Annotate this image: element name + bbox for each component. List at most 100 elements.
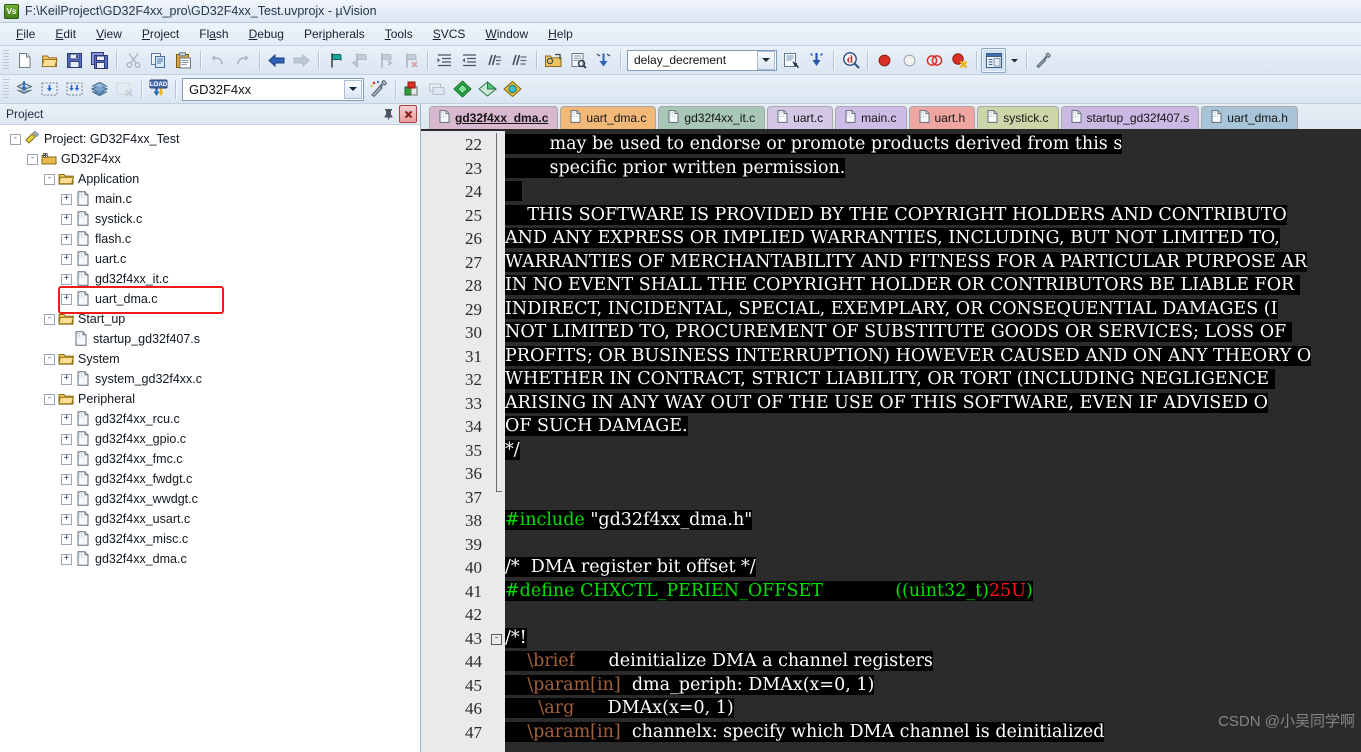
uncomment-icon[interactable] [507, 48, 532, 73]
paste-icon[interactable] [171, 48, 196, 73]
source-code[interactable]: may be used to endorse or promote produc… [505, 131, 1361, 752]
find-text-icon[interactable] [779, 48, 804, 73]
editor-tab[interactable]: uart_dma.h [1201, 106, 1298, 129]
bookmark-next-icon[interactable] [373, 48, 398, 73]
open-file-icon[interactable] [37, 48, 62, 73]
browse-code-icon[interactable]: d [838, 48, 863, 73]
breakpoint-disable-all-icon[interactable] [922, 48, 947, 73]
menu-item-tools[interactable]: Tools [375, 25, 423, 43]
expand-toggle-icon[interactable]: + [61, 273, 72, 285]
menu-item-flash[interactable]: Flash [189, 25, 238, 43]
editor-tab[interactable]: main.c [835, 106, 907, 129]
editor-tab[interactable]: uart.h [908, 106, 976, 129]
collapse-toggle-icon[interactable]: - [44, 353, 55, 365]
chevron-down-icon[interactable] [757, 50, 775, 70]
tree-item[interactable]: + gd32f4xx_it.c [0, 269, 420, 289]
bookmark-clear-icon[interactable] [398, 48, 423, 73]
target-combo[interactable]: GD32F4xx [182, 77, 364, 101]
menu-item-svcs[interactable]: SVCS [423, 25, 476, 43]
expand-toggle-icon[interactable]: + [61, 513, 72, 525]
menu-item-help[interactable]: Help [538, 25, 583, 43]
expand-toggle-icon[interactable]: + [61, 493, 72, 505]
target-options-icon[interactable] [366, 77, 391, 102]
save-all-icon[interactable] [87, 48, 112, 73]
menu-item-debug[interactable]: Debug [239, 25, 294, 43]
tree-item[interactable]: startup_gd32f407.s [0, 329, 420, 349]
undo-icon[interactable] [205, 48, 230, 73]
menu-item-file[interactable]: File [6, 25, 45, 43]
tree-item[interactable]: + gd32f4xx_misc.c [0, 529, 420, 549]
editor-tab[interactable]: uart.c [767, 106, 834, 129]
expand-toggle-icon[interactable]: + [61, 453, 72, 465]
collapse-toggle-icon[interactable]: - [10, 133, 21, 145]
navigate-back-icon[interactable] [264, 48, 289, 73]
packs-extra-icon[interactable] [500, 77, 525, 102]
tree-item[interactable]: - Start_up [0, 309, 420, 329]
tree-item[interactable]: + gd32f4xx_rcu.c [0, 409, 420, 429]
collapse-toggle-icon[interactable]: - [27, 153, 38, 165]
tree-item[interactable]: + gd32f4xx_dma.c [0, 549, 420, 569]
tree-item[interactable]: - Project: GD32F4xx_Test [0, 129, 420, 149]
manage-rte-icon[interactable] [450, 77, 475, 102]
expand-toggle-icon[interactable]: + [61, 373, 72, 385]
bookmark-prev-icon[interactable] [348, 48, 373, 73]
tree-item[interactable]: - Application [0, 169, 420, 189]
tree-item[interactable]: + uart.c [0, 249, 420, 269]
project-window-dropdown[interactable] [1006, 48, 1022, 73]
tree-item[interactable]: - Peripheral [0, 389, 420, 409]
close-icon[interactable] [399, 105, 417, 123]
copy-icon[interactable] [146, 48, 171, 73]
breakpoint-enable-icon[interactable] [897, 48, 922, 73]
expand-toggle-icon[interactable]: + [61, 193, 72, 205]
navigate-forward-icon[interactable] [289, 48, 314, 73]
rebuild-icon[interactable] [62, 77, 87, 102]
chevron-down-icon[interactable] [344, 79, 362, 99]
fold-toggle-icon[interactable]: - [491, 633, 502, 645]
menu-item-window[interactable]: Window [475, 25, 538, 43]
tree-item[interactable]: + gd32f4xx_fwdgt.c [0, 469, 420, 489]
editor-tab[interactable]: gd32f4xx_dma.c [429, 106, 559, 129]
code-folding-column[interactable]: - [489, 131, 505, 752]
menu-item-view[interactable]: View [86, 25, 132, 43]
menu-item-project[interactable]: Project [132, 25, 189, 43]
expand-toggle-icon[interactable]: + [61, 233, 72, 245]
tree-item[interactable]: + system_gd32f4xx.c [0, 369, 420, 389]
translate-icon[interactable] [12, 77, 37, 102]
collapse-toggle-icon[interactable]: - [44, 393, 55, 405]
browse-symbol-icon[interactable] [591, 48, 616, 73]
redo-icon[interactable] [230, 48, 255, 73]
manage-project-items-icon[interactable] [400, 77, 425, 102]
editor-tab[interactable]: uart_dma.c [560, 106, 657, 129]
breakpoint-kill-all-icon[interactable] [947, 48, 972, 73]
comment-icon[interactable] [482, 48, 507, 73]
expand-toggle-icon[interactable]: + [61, 413, 72, 425]
find-combo[interactable]: delay_decrement [627, 49, 777, 71]
menu-item-peripherals[interactable]: Peripherals [294, 25, 375, 43]
tree-item[interactable]: + systick.c [0, 209, 420, 229]
stop-build-icon[interactable] [112, 77, 137, 102]
new-file-icon[interactable] [12, 48, 37, 73]
expand-toggle-icon[interactable]: + [61, 553, 72, 565]
editor-tab[interactable]: gd32f4xx_it.c [658, 106, 766, 129]
tree-item[interactable]: + main.c [0, 189, 420, 209]
expand-toggle-icon[interactable]: + [61, 473, 72, 485]
expand-toggle-icon[interactable]: + [61, 533, 72, 545]
batch-build-icon[interactable] [87, 77, 112, 102]
tree-item[interactable]: + uart_dma.c [0, 289, 420, 309]
expand-toggle-icon[interactable]: + [61, 293, 72, 305]
tree-item[interactable]: - GD32F4xx [0, 149, 420, 169]
editor-tab[interactable]: systick.c [977, 106, 1059, 129]
toolbar-grip[interactable] [3, 79, 9, 99]
pin-icon[interactable] [380, 106, 396, 122]
tree-item[interactable]: + gd32f4xx_usart.c [0, 509, 420, 529]
download-icon[interactable]: LOAD [146, 77, 171, 102]
indent-icon[interactable] [432, 48, 457, 73]
tree-item[interactable]: + gd32f4xx_wwdgt.c [0, 489, 420, 509]
save-icon[interactable] [62, 48, 87, 73]
tree-item[interactable]: - System [0, 349, 420, 369]
bookmark-toggle-icon[interactable] [323, 48, 348, 73]
tree-item[interactable]: + gd32f4xx_fmc.c [0, 449, 420, 469]
project-window-icon[interactable] [981, 47, 1006, 73]
build-icon[interactable] [37, 77, 62, 102]
project-tree[interactable]: - Project: GD32F4xx_Test - GD32F4xx - Applica… [0, 125, 420, 752]
